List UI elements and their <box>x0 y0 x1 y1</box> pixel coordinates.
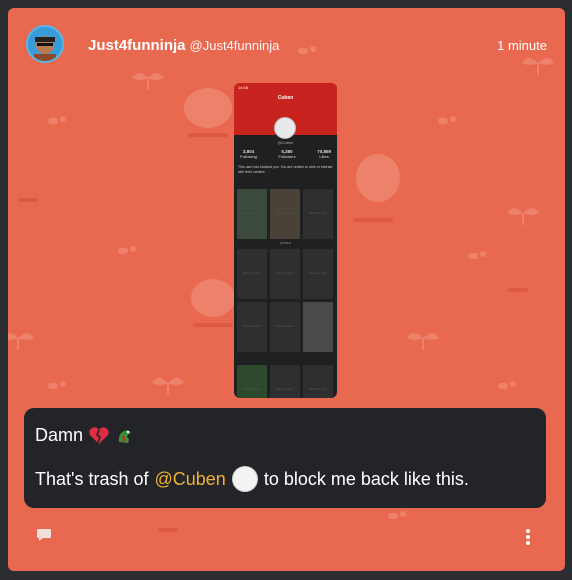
blocked-notice: This user has blocked you. You are unabl… <box>238 165 333 174</box>
mention-avatar <box>231 466 258 492</box>
stat-following: 3,804 Following <box>240 149 257 159</box>
profile-username: @Cuben <box>277 140 294 145</box>
message-text: Damn <box>35 425 84 445</box>
more-options-icon[interactable] <box>525 528 531 546</box>
video-tile: Blocked user <box>270 302 300 352</box>
profile-stats: 3,804 Following 5,380 Followers 70,859 Like… <box>240 149 331 159</box>
video-tile: Blocked user <box>237 302 267 352</box>
message-text: to block me back like this. <box>263 468 469 489</box>
video-tile: Blocked user <box>270 249 300 299</box>
video-tile: Blocked user <box>270 365 300 398</box>
message-line-2: That's trash of @Cuben to block me back … <box>35 466 469 492</box>
avatar-image <box>28 27 62 61</box>
stat-likes: 70,859 Likes <box>317 149 331 159</box>
display-name[interactable]: Just4funninja <box>88 37 186 54</box>
message-box: Damn That's trash of @Cuben to block me … <box>24 408 546 508</box>
message-line-1: Damn <box>35 425 135 446</box>
message-text: That's trash of <box>35 468 149 489</box>
post-card: Just4funninja @Just4funninja 1 minute 14… <box>8 8 565 571</box>
broken-heart-icon <box>89 426 109 444</box>
video-tile: Blocked user <box>303 249 333 299</box>
video-tile: Blocked user <box>237 249 267 299</box>
video-tile: Blocked user <box>270 189 300 239</box>
phone-status-bar: 14:08 <box>238 85 249 90</box>
user-avatar[interactable] <box>26 25 64 63</box>
comment-icon[interactable] <box>36 528 52 542</box>
stat-followers: 5,380 Followers <box>278 149 296 159</box>
attached-screenshot[interactable]: 14:08 Cuben @Cuben 3,804 Following 5,380 F… <box>234 83 337 398</box>
video-tile: Blocked user <box>303 365 333 398</box>
grid-separator: pinned <box>280 241 291 245</box>
user-mention[interactable]: @Cuben <box>154 469 225 490</box>
user-handle[interactable]: @Just4funninja <box>190 38 280 53</box>
video-tile: Blocked user <box>303 302 333 352</box>
video-tile: Blocked user <box>303 189 333 239</box>
profile-avatar <box>274 117 296 139</box>
profile-title: Cuben <box>277 95 294 101</box>
post-header: Just4funninja @Just4funninja <box>88 37 279 54</box>
video-tile: Blocked user <box>237 365 267 398</box>
dragon-emoji-icon <box>118 429 132 443</box>
video-tile: Blocked user <box>237 189 267 239</box>
post-timestamp: 1 minute <box>497 38 547 53</box>
